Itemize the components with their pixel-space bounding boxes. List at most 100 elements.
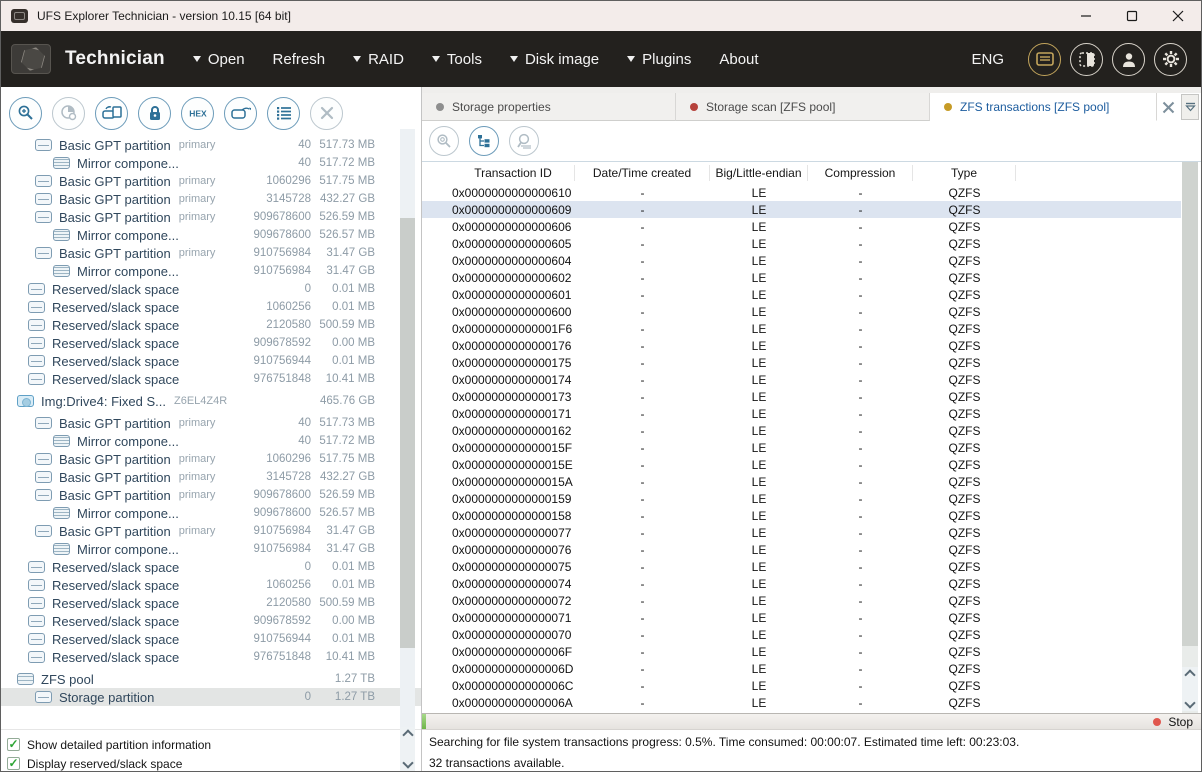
scroll-up-icon[interactable]	[1184, 669, 1195, 680]
scan-search-icon[interactable]	[9, 97, 42, 130]
menu-plugins[interactable]: Plugins	[627, 51, 691, 68]
tree-item[interactable]: Mirror compone... 910756984 31.47 GB	[1, 540, 421, 558]
table-row[interactable]: 0x0000000000000610 - LE - QZFS	[422, 184, 1181, 201]
tree-item[interactable]: Reserved/slack space 976751848 10.41 MB	[1, 648, 421, 666]
tree-scrollbar[interactable]	[400, 129, 415, 772]
tree-item[interactable]: Reserved/slack space 2120580 500.59 MB	[1, 316, 421, 334]
table-row[interactable]: 0x0000000000000609 - LE - QZFS	[422, 201, 1181, 218]
tree-scrollbar-thumb[interactable]	[400, 218, 415, 648]
tree-item[interactable]: Mirror compone... 909678600 526.57 MB	[1, 504, 421, 522]
tree-item[interactable]: Reserved/slack space 909678592 0.00 MB	[1, 334, 421, 352]
tab-storage-scan-zfs-pool-[interactable]: Storage scan [ZFS pool]	[676, 93, 930, 121]
tree-item[interactable]: Storage partition 0 1.27 TB	[1, 688, 421, 706]
table-row[interactable]: 0x0000000000000162 - LE - QZFS	[422, 422, 1181, 439]
table-row[interactable]: 0x0000000000000075 - LE - QZFS	[422, 558, 1181, 575]
tab-list-dropdown-icon[interactable]	[1181, 94, 1199, 120]
tree-item[interactable]: ZFS pool 1.27 TB	[1, 670, 421, 688]
table-row[interactable]: 0x0000000000000077 - LE - QZFS	[422, 524, 1181, 541]
tree-item[interactable]: Mirror compone... 40 517.72 MB	[1, 154, 421, 172]
tree-item[interactable]: Reserved/slack space 910756944 0.01 MB	[1, 630, 421, 648]
tree-item[interactable]: Img:Drive4: Fixed S... Z6EL4Z4R 465.76 G…	[1, 392, 421, 410]
tree-item[interactable]: Mirror compone... 909678600 526.57 MB	[1, 226, 421, 244]
close-tab-icon[interactable]	[1162, 101, 1175, 114]
table-row[interactable]: 0x0000000000000602 - LE - QZFS	[422, 269, 1181, 286]
table-row[interactable]: 0x000000000000006F - LE - QZFS	[422, 643, 1181, 660]
scroll-down-icon[interactable]	[1184, 697, 1195, 708]
tree-item[interactable]: Basic GPT partition primary 909678600 52…	[1, 486, 421, 504]
layout-panel-icon[interactable]	[1070, 43, 1103, 76]
table-row[interactable]: 0x0000000000000158 - LE - QZFS	[422, 507, 1181, 524]
menu-disk-image[interactable]: Disk image	[510, 51, 599, 68]
properties-list-icon[interactable]	[267, 97, 300, 130]
table-row[interactable]: 0x000000000000015E - LE - QZFS	[422, 456, 1181, 473]
table-row[interactable]: 0x000000000000006C - LE - QZFS	[422, 677, 1181, 694]
tab-storage-properties[interactable]: Storage properties	[422, 93, 676, 121]
table-row[interactable]: 0x0000000000000159 - LE - QZFS	[422, 490, 1181, 507]
table-row[interactable]: 0x0000000000000076 - LE - QZFS	[422, 541, 1181, 558]
tree-item[interactable]: Basic GPT partition primary 910756984 31…	[1, 522, 421, 540]
tree-item[interactable]: Basic GPT partition primary 40 517.73 MB	[1, 136, 421, 154]
table-row[interactable]: 0x0000000000000070 - LE - QZFS	[422, 626, 1181, 643]
column-header[interactable]: Date/Time created	[575, 165, 710, 181]
column-header[interactable]: Transaction ID	[422, 165, 575, 181]
tree-item[interactable]: Reserved/slack space 1060256 0.01 MB	[1, 576, 421, 594]
table-row[interactable]: 0x0000000000000171 - LE - QZFS	[422, 405, 1181, 422]
tree-item[interactable]: Reserved/slack space 909678592 0.00 MB	[1, 612, 421, 630]
tree-item[interactable]: Basic GPT partition primary 1060296 517.…	[1, 172, 421, 190]
menu-about[interactable]: About	[719, 51, 758, 68]
tree-item[interactable]: Reserved/slack space 2120580 500.59 MB	[1, 594, 421, 612]
table-scrollbar[interactable]	[1182, 162, 1198, 713]
decrypt-lock-icon[interactable]	[138, 97, 171, 130]
table-row[interactable]: 0x000000000000006D - LE - QZFS	[422, 660, 1181, 677]
option-checkbox[interactable]: ✓ Show detailed partition information	[7, 735, 421, 754]
column-header[interactable]: Compression	[808, 165, 913, 181]
table-row[interactable]: 0x000000000000015F - LE - QZFS	[422, 439, 1181, 456]
tree-item[interactable]: Mirror compone... 910756984 31.47 GB	[1, 262, 421, 280]
tree-item[interactable]: Reserved/slack space 0 0.01 MB	[1, 558, 421, 576]
table-row[interactable]: 0x000000000000015A - LE - QZFS	[422, 473, 1181, 490]
tree-item[interactable]: Reserved/slack space 0 0.01 MB	[1, 280, 421, 298]
table-row[interactable]: 0x0000000000000173 - LE - QZFS	[422, 388, 1181, 405]
tree-item[interactable]: Basic GPT partition primary 3145728 432.…	[1, 190, 421, 208]
menu-refresh[interactable]: Refresh	[273, 51, 326, 68]
close-button[interactable]	[1155, 1, 1201, 31]
table-row[interactable]: 0x0000000000000606 - LE - QZFS	[422, 218, 1181, 235]
table-row[interactable]: 0x0000000000000176 - LE - QZFS	[422, 337, 1181, 354]
stop-button[interactable]: Stop	[1153, 714, 1193, 729]
scroll-down-icon[interactable]	[402, 757, 413, 768]
table-row[interactable]: 0x0000000000000605 - LE - QZFS	[422, 235, 1181, 252]
table-row[interactable]: 0x0000000000000072 - LE - QZFS	[422, 592, 1181, 609]
inspect-transaction-icon[interactable]	[509, 126, 539, 156]
tree-item[interactable]: Basic GPT partition primary 40 517.73 MB	[1, 414, 421, 432]
tab-zfs-transactions-zfs-pool-[interactable]: ZFS transactions [ZFS pool]	[930, 93, 1157, 121]
tree-item[interactable]: Basic GPT partition primary 910756984 31…	[1, 244, 421, 262]
tree-item[interactable]: Basic GPT partition primary 3145728 432.…	[1, 468, 421, 486]
tree-item[interactable]: Mirror compone... 40 517.72 MB	[1, 432, 421, 450]
table-row[interactable]: 0x00000000000001F6 - LE - QZFS	[422, 320, 1181, 337]
message-panel-icon[interactable]	[1028, 43, 1061, 76]
settings-gear-icon[interactable]	[1154, 43, 1187, 76]
user-icon[interactable]	[1112, 43, 1145, 76]
hex-view-icon[interactable]: HEX	[181, 97, 214, 130]
column-header[interactable]: Type	[913, 165, 1016, 181]
scroll-up-icon[interactable]	[402, 729, 413, 740]
menu-tools[interactable]: Tools	[432, 51, 482, 68]
find-transaction-icon[interactable]	[429, 126, 459, 156]
minimize-button[interactable]	[1063, 1, 1109, 31]
menu-raid[interactable]: RAID	[353, 51, 404, 68]
tree-item[interactable]: Basic GPT partition primary 909678600 52…	[1, 208, 421, 226]
tree-item[interactable]: Reserved/slack space 910756944 0.01 MB	[1, 352, 421, 370]
option-checkbox[interactable]: ✓ Display reserved/slack space	[7, 754, 421, 772]
open-image-icon[interactable]	[224, 97, 257, 130]
table-row[interactable]: 0x000000000000006A - LE - QZFS	[422, 694, 1181, 711]
table-row[interactable]: 0x0000000000000174 - LE - QZFS	[422, 371, 1181, 388]
tree-view-icon[interactable]	[469, 126, 499, 156]
table-row[interactable]: 0x0000000000000071 - LE - QZFS	[422, 609, 1181, 626]
tree-item[interactable]: Basic GPT partition primary 1060296 517.…	[1, 450, 421, 468]
tree-item[interactable]: Reserved/slack space 976751848 10.41 MB	[1, 370, 421, 388]
table-row[interactable]: 0x0000000000000601 - LE - QZFS	[422, 286, 1181, 303]
language-selector[interactable]: ENG	[971, 51, 1004, 68]
column-header[interactable]: Big/Little-endian	[710, 165, 808, 181]
surface-scan-icon[interactable]	[52, 97, 85, 130]
table-row[interactable]: 0x0000000000000604 - LE - QZFS	[422, 252, 1181, 269]
